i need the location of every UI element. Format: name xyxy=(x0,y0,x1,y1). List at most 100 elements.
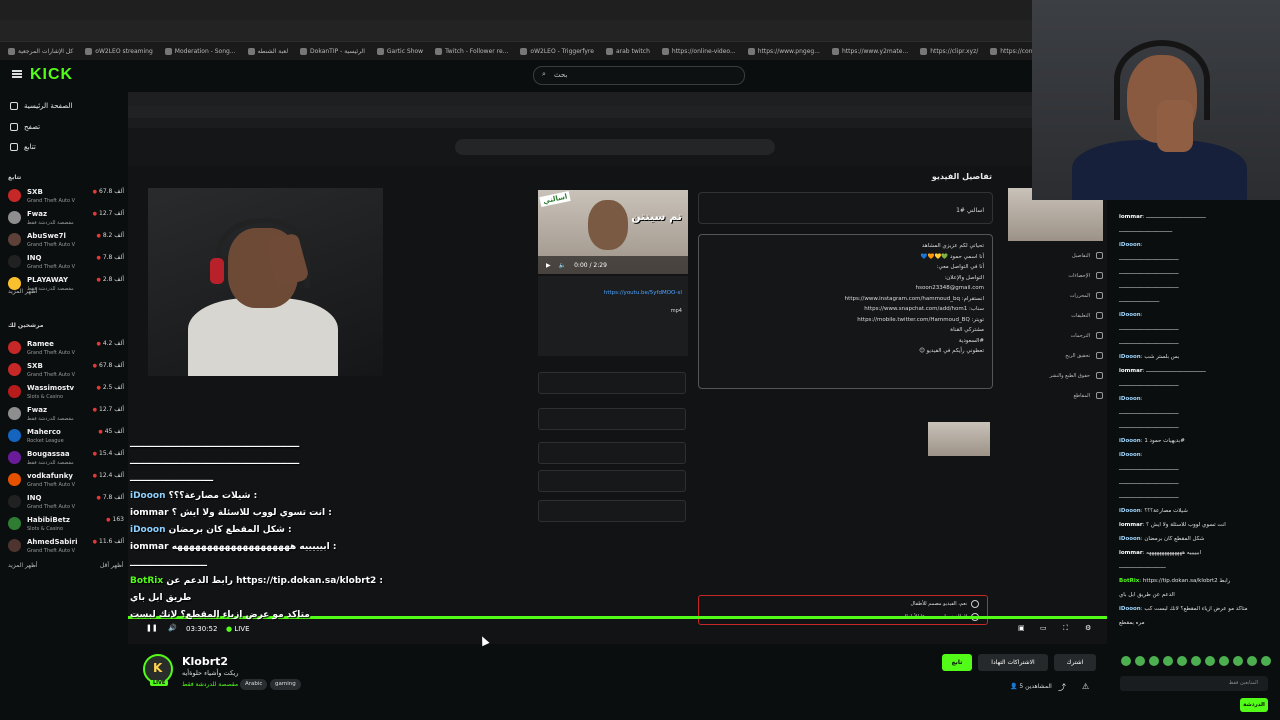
theater-icon[interactable]: ▭ xyxy=(1040,624,1047,632)
chat-username[interactable]: iDooon xyxy=(1119,242,1141,248)
chat-text: انت تسوي لووب للاسئلة ولا ايش ؟ xyxy=(1146,522,1226,528)
channel-name: SXB xyxy=(27,188,43,196)
chat-username[interactable]: iommar xyxy=(1119,522,1143,528)
follow-button[interactable]: تابع xyxy=(942,654,972,671)
overlay-chat-text: انت تسوي لووب للاسئلة ولا ايش ؟ : xyxy=(171,508,332,518)
bookmark-item[interactable]: Moderation - Song... xyxy=(164,47,236,55)
pause-icon[interactable]: ❚❚ xyxy=(146,624,158,632)
bookmark-icon xyxy=(435,47,443,55)
overlay-chat-text: طريق ابل باي xyxy=(130,593,192,603)
chat-input[interactable]: المتابعين فقط xyxy=(1120,676,1268,691)
studio-nav-item: حقوق الطبع والنشر xyxy=(1049,372,1103,379)
chat-username[interactable]: BotRix xyxy=(1119,578,1139,584)
bookmark-item[interactable]: Twitch - Follower re... xyxy=(435,47,508,55)
sidebar-channel[interactable]: Bougassaa مقصصة للدردشة فقط 15.4 ألف xyxy=(8,448,124,468)
studio-extra-field xyxy=(538,500,686,522)
report-icon[interactable]: ⚠ xyxy=(1082,682,1089,691)
channel-game: Grand Theft Auto V xyxy=(27,264,76,270)
sidebar-channel[interactable]: vodkafunky Grand Theft Auto V 12.4 ألف xyxy=(8,470,124,490)
channel-avatar-small xyxy=(8,255,21,268)
bookmark-icon xyxy=(920,47,928,55)
chat-username[interactable]: iDooon xyxy=(1119,312,1141,318)
stream-chat-overlay: ــــــــــــــــــــــــــــــــــــــــ… xyxy=(130,440,530,638)
bookmark-item[interactable]: https://www.pngeg... xyxy=(747,47,820,55)
bookmark-icon xyxy=(990,47,998,55)
subscribe-button[interactable]: اشترك xyxy=(1054,654,1096,671)
sidebar-channel[interactable]: Wassimostv Slots & Casino 2.5 ألف xyxy=(8,382,124,402)
volume-icon[interactable]: 🔊 xyxy=(168,624,177,632)
thumb-text: تم سينتن xyxy=(631,210,682,223)
studio-description-box: تحياتي لكم عزيزي المشاهد أنا اسمي حمود 💚💛… xyxy=(698,234,993,389)
chat-text: ـــــــــــــــــــــــــــــــــــــ xyxy=(1146,368,1206,374)
share-icon[interactable]: ⤴ xyxy=(1058,682,1066,693)
show-less-link[interactable]: أظهر أقل xyxy=(100,562,124,569)
overlay-chat-user: iommar xyxy=(130,508,169,518)
sidebar-channel[interactable]: AbuSwe7l Grand Theft Auto V 8.2 ألف xyxy=(8,230,124,250)
stream-title: ريكت وأشياء حلوةأيه xyxy=(182,669,239,677)
sidebar-channel[interactable]: INQ Grand Theft Auto V 7.8 ألف xyxy=(8,492,124,512)
bookmark-item[interactable]: DokanTIP - الرئيسية xyxy=(300,47,365,55)
sidebar-channel[interactable]: SXB Grand Theft Auto V 67.8 ألف xyxy=(8,186,124,206)
sidebar-channel[interactable]: Fwaz مقصصة للدردشة فقط 12.7 ألف xyxy=(8,208,124,228)
chat-username[interactable]: iommar xyxy=(1119,214,1143,220)
bookmark-item[interactable]: كل الإشارات المرجعية xyxy=(8,47,73,55)
player-controls: ❚❚ 🔊 03:30:52 ● LIVE ⚙ ⛶ ▭ ▣ xyxy=(128,620,1107,642)
chat-send-button[interactable]: الدردشة xyxy=(1240,698,1268,712)
emote-row[interactable] xyxy=(1121,656,1271,666)
chat-username[interactable]: iDooon xyxy=(1119,438,1141,444)
chat-username[interactable]: iDooon xyxy=(1119,606,1141,612)
kick-logo[interactable]: KICK xyxy=(30,66,73,84)
overlay-chat-message: iDooon شيلات مصارعة؟؟؟ : xyxy=(130,491,257,501)
bookmark-item[interactable]: oW2LEO streaming xyxy=(85,47,153,55)
bookmark-item[interactable]: arab twitch xyxy=(605,47,650,55)
sidebar-item-following[interactable]: تتابع xyxy=(10,143,36,151)
fullscreen-icon[interactable]: ⛶ xyxy=(1063,624,1068,633)
sidebar-channel[interactable]: SXB Grand Theft Auto V 67.8 ألف xyxy=(8,360,124,380)
chat-username[interactable]: iDooon xyxy=(1119,452,1141,458)
channel-name: Fwaz xyxy=(27,210,48,218)
show-more-link[interactable]: أظهر المزيد xyxy=(8,288,38,295)
bookmark-item[interactable]: https://www.y2mate... xyxy=(831,47,908,55)
sidebar-channel[interactable]: HabibiBetz Slots & Casino 163 xyxy=(8,514,124,534)
bookmark-item[interactable]: https://online-video... xyxy=(661,47,736,55)
chat-message: iDooon: متاكد مو عرض ازياء المقطع؟ لانك … xyxy=(1119,606,1248,612)
chat-username[interactable]: iDooon xyxy=(1119,354,1141,360)
show-more-recommended-link[interactable]: أظهر المزيد xyxy=(8,562,38,569)
chat-username[interactable]: iDooon xyxy=(1119,396,1141,402)
sidebar-channel[interactable]: Maherco Rocket League 45 ألف xyxy=(8,426,124,446)
bookmark-icon xyxy=(164,47,172,55)
description-line: انستقرام: https://www.instagram.com/hamm… xyxy=(844,295,984,302)
studio-title-value: اسالني #1 xyxy=(956,207,984,214)
chat-username[interactable]: iommar xyxy=(1119,368,1143,374)
bookmark-item[interactable]: Gartic Show xyxy=(376,47,423,55)
stream-category[interactable]: مقصصة للدردشة فقط xyxy=(182,681,238,688)
sidebar-channel[interactable]: INQ Grand Theft Auto V 7.8 ألف xyxy=(8,252,124,272)
overlay-chat-text: ــــــــــــــــــــــــــــــــــــــــ… xyxy=(130,440,300,450)
sidebar-item-browse[interactable]: تصفح xyxy=(10,123,40,131)
channel-avatar-small xyxy=(8,451,21,464)
pip-icon[interactable]: ▣ xyxy=(1018,624,1025,632)
sidebar-channel[interactable]: Ramee Grand Theft Auto V 4.2 ألف xyxy=(8,338,124,358)
bookmark-item[interactable]: https://clipr.xyz/ xyxy=(920,47,978,55)
menu-icon[interactable] xyxy=(12,70,22,78)
search-input[interactable]: ⌕ بحث xyxy=(533,66,745,85)
chat-message: ـــــــــــــــــــــــــ xyxy=(1119,298,1274,305)
tag-gaming[interactable]: gaming xyxy=(270,679,301,690)
sidebar-channel[interactable]: Fwaz مقصصة للدردشة فقط 12.7 ألف xyxy=(8,404,124,424)
bookmark-item[interactable]: لعبة الشنطه xyxy=(247,47,288,55)
chat-username[interactable]: iDooon xyxy=(1119,536,1141,542)
chat-message: iDooon: بس بلستر شب xyxy=(1119,354,1180,360)
chat-username[interactable]: iDooon xyxy=(1119,508,1141,514)
gift-subs-button[interactable]: الاشتراكات التهادا xyxy=(978,654,1048,671)
nav-icon xyxy=(1096,252,1103,259)
bookmark-item[interactable]: oW2LEO - Triggerfyre xyxy=(520,47,594,55)
sidebar-item-home[interactable]: الصفحة الرئيسية xyxy=(10,102,72,110)
chat-username[interactable]: iommar xyxy=(1119,550,1143,556)
chat-message: iDooon: xyxy=(1119,452,1143,458)
studio-nav-item: الترجمات xyxy=(1071,332,1103,339)
sidebar-channel[interactable]: AhmedSabiri Grand Theft Auto V 11.6 ألف xyxy=(8,536,124,556)
tag-arabic[interactable]: Arabic xyxy=(240,679,268,690)
settings-icon[interactable]: ⚙ xyxy=(1085,624,1091,632)
play-icon: ▶ xyxy=(546,261,551,269)
channel-name[interactable]: Klobrt2 xyxy=(182,655,228,668)
